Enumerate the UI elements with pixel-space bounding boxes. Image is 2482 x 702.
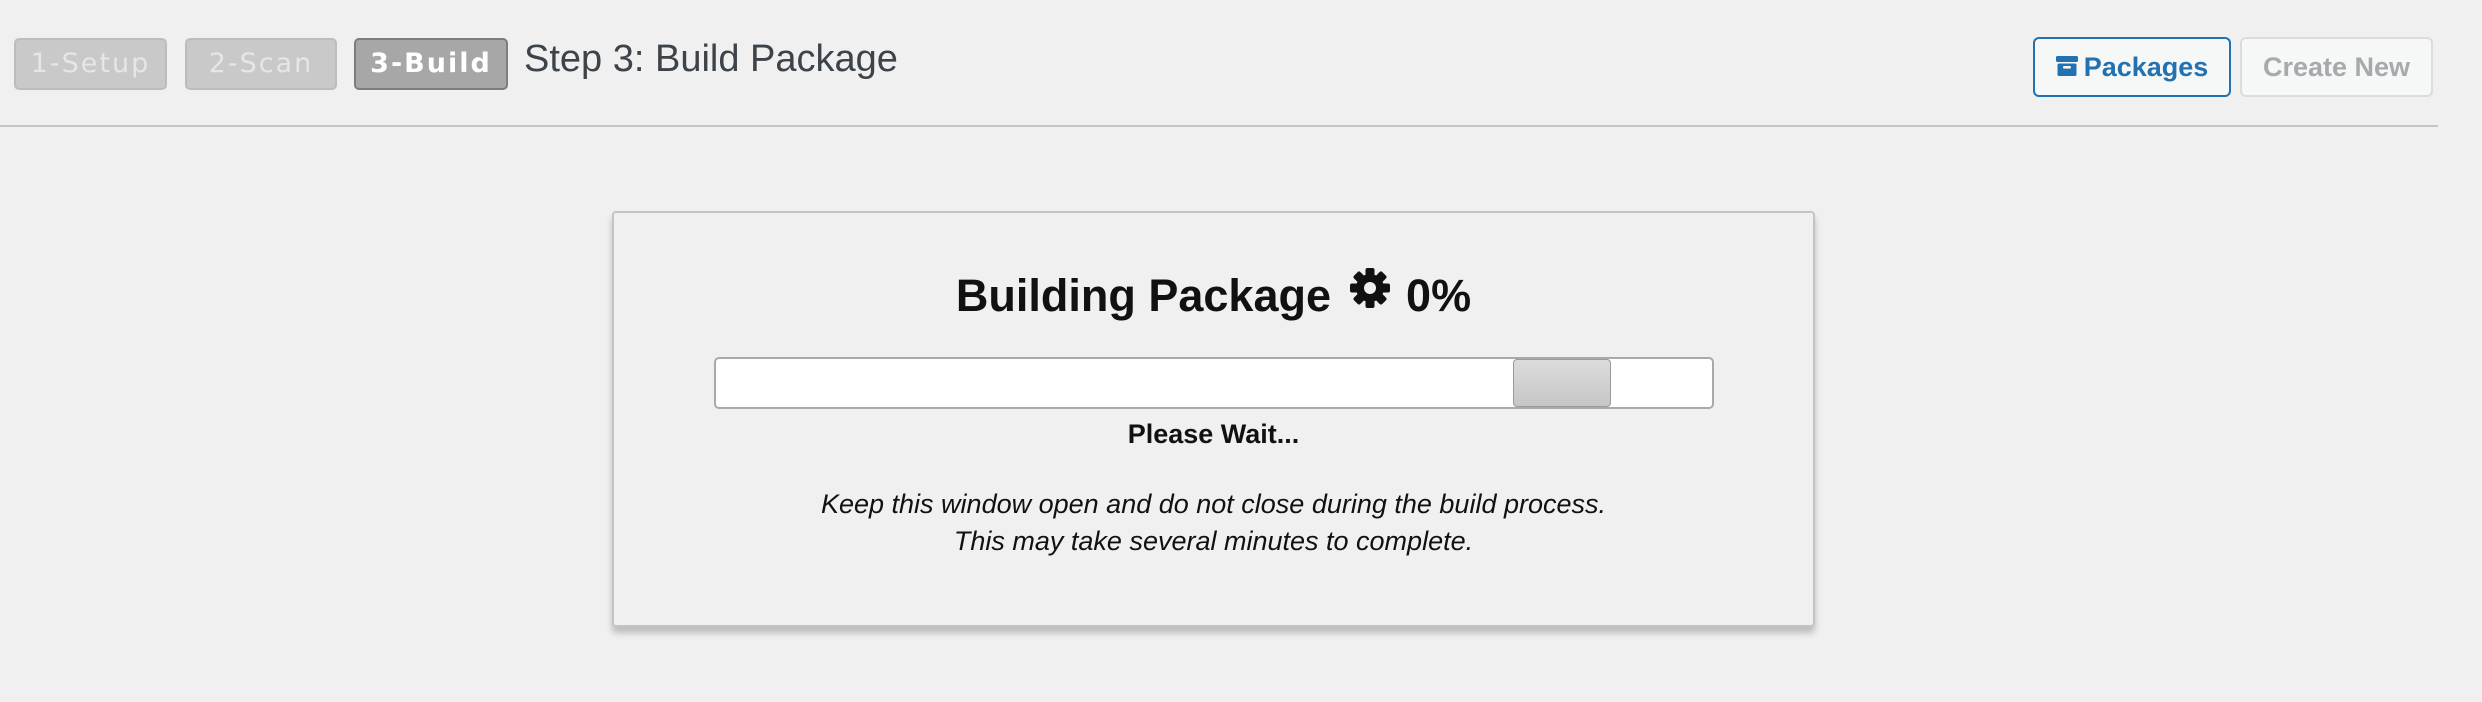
packages-button[interactable]: Packages <box>2033 37 2231 97</box>
status-text: Please Wait... <box>1127 419 1300 449</box>
build-note: Keep this window open and do not close d… <box>614 486 1813 560</box>
build-heading-text: Building Package <box>955 270 1332 321</box>
build-note-line-2: This may take several minutes to complet… <box>953 526 1474 556</box>
step-3-build: 3-Build <box>354 38 508 90</box>
step-2-scan: 2-Scan <box>185 38 337 90</box>
progress-bar <box>714 357 1714 409</box>
step-1-setup: 1-Setup <box>14 38 167 90</box>
build-note-line-1: Keep this window open and do not close d… <box>820 489 1607 519</box>
packages-button-label: Packages <box>2083 52 2209 82</box>
build-heading: Building Package 0% <box>614 266 1813 326</box>
wizard-header: 1-Setup 2-Scan 3-Build Step 3: Build Pac… <box>0 0 2438 127</box>
build-progress-panel: Building Package 0% Please Wait... Keep … <box>612 211 1815 627</box>
create-new-button[interactable]: Create New <box>2240 37 2433 97</box>
archive-box-icon <box>2055 39 2078 95</box>
build-percent: 0% <box>1406 270 1472 321</box>
gear-icon <box>1348 265 1392 325</box>
progress-indicator <box>1513 359 1611 407</box>
page-title: Step 3: Build Package <box>524 38 898 80</box>
